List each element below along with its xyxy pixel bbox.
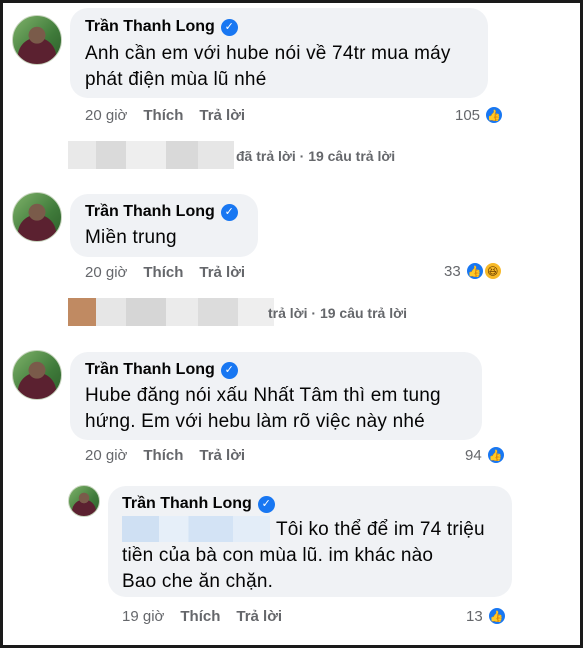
reply-button[interactable]: Trả lời [236, 608, 282, 625]
timestamp[interactable]: 20 giờ [85, 264, 127, 281]
comment-line: Bao che ăn chặn. [122, 571, 274, 592]
comment-text: Hube đăng nói xấu Nhất Tâm thì em tung h… [85, 383, 441, 435]
comment-line: phát điện mùa lũ nhé [85, 69, 267, 90]
author-name[interactable]: Trần Thanh Long [85, 203, 215, 221]
view-replies-link[interactable]: đã trả lời · 19 câu trả lời [236, 148, 395, 164]
comment-author[interactable]: Trần Thanh Long ✓ [122, 495, 275, 513]
comment-line: tiền của bà con mùa lũ. im khác nào [122, 545, 434, 566]
reaction-count[interactable]: 94 👍 [465, 445, 506, 465]
comment-line: hứng. Em với hebu làm rõ việc này nhé [85, 411, 425, 432]
like-button[interactable]: Thích [143, 264, 183, 281]
comment-text: Miền trung [85, 225, 177, 251]
comment-author[interactable]: Trần Thanh Long ✓ [85, 203, 238, 221]
comment-actions: 20 giờ Thích Trả lời [85, 447, 245, 464]
comment-text: Anh cần em với hube nói về 74tr mua máy … [85, 41, 451, 93]
like-reaction-icon: 👍 [485, 445, 506, 465]
comment-actions: 19 giờ Thích Trả lời [122, 608, 282, 625]
author-name[interactable]: Trần Thanh Long [85, 18, 215, 36]
replies-summary[interactable]: đã trả lời · 19 câu trả lời [236, 148, 395, 164]
view-replies-link[interactable]: trả lời · 19 câu trả lời [268, 305, 407, 321]
like-button[interactable]: Thích [143, 447, 183, 464]
like-reaction-icon: 👍 [484, 105, 505, 125]
reaction-count[interactable]: 105 👍 [455, 105, 505, 125]
author-name[interactable]: Trần Thanh Long [122, 495, 252, 513]
reaction-count-value: 105 [455, 106, 481, 124]
reaction-count-value: 13 [466, 607, 483, 625]
comment-author[interactable]: Trần Thanh Long ✓ [85, 18, 238, 36]
reply-button[interactable]: Trả lời [199, 264, 245, 281]
like-button[interactable]: Thích [180, 608, 220, 625]
timestamp[interactable]: 20 giờ [85, 447, 127, 464]
reaction-count-value: 94 [465, 446, 482, 464]
reaction-count[interactable]: 33 👍 😆 [444, 261, 503, 281]
reply-button[interactable]: Trả lời [199, 447, 245, 464]
haha-reaction-icon: 😆 [482, 261, 503, 281]
reaction-count-value: 33 [444, 262, 461, 280]
comment-line: Tôi ko thể để im 74 triệu [276, 519, 485, 540]
like-reaction-icon: 👍 [486, 606, 507, 626]
comment-line: Hube đăng nói xấu Nhất Tâm thì em tung [85, 385, 441, 406]
avatar[interactable] [12, 15, 62, 65]
timestamp[interactable]: 19 giờ [122, 608, 164, 625]
reaction-count[interactable]: 13 👍 [466, 606, 507, 626]
blurred-avatars [68, 141, 234, 169]
verified-badge-icon: ✓ [257, 495, 275, 513]
like-reaction-icon: 👍 [464, 261, 485, 281]
avatar[interactable] [12, 192, 62, 242]
verified-badge-icon: ✓ [220, 203, 238, 221]
comment-line: Anh cần em với hube nói về 74tr mua máy [85, 43, 451, 64]
like-button[interactable]: Thích [143, 107, 183, 124]
blurred-avatars [68, 298, 274, 326]
verified-badge-icon: ✓ [220, 18, 238, 36]
avatar[interactable] [68, 485, 100, 517]
reply-button[interactable]: Trả lời [199, 107, 245, 124]
comment-author[interactable]: Trần Thanh Long ✓ [85, 361, 238, 379]
avatar[interactable] [12, 350, 62, 400]
timestamp[interactable]: 20 giờ [85, 107, 127, 124]
comment-text: Tôi ko thể để im 74 triệu tiền của bà co… [122, 517, 485, 595]
replies-summary[interactable]: trả lời · 19 câu trả lời [268, 305, 407, 321]
comment-actions: 20 giờ Thích Trả lời [85, 107, 245, 124]
comment-line: Miền trung [85, 227, 177, 248]
author-name[interactable]: Trần Thanh Long [85, 361, 215, 379]
comment-actions: 20 giờ Thích Trả lời [85, 264, 245, 281]
verified-badge-icon: ✓ [220, 361, 238, 379]
